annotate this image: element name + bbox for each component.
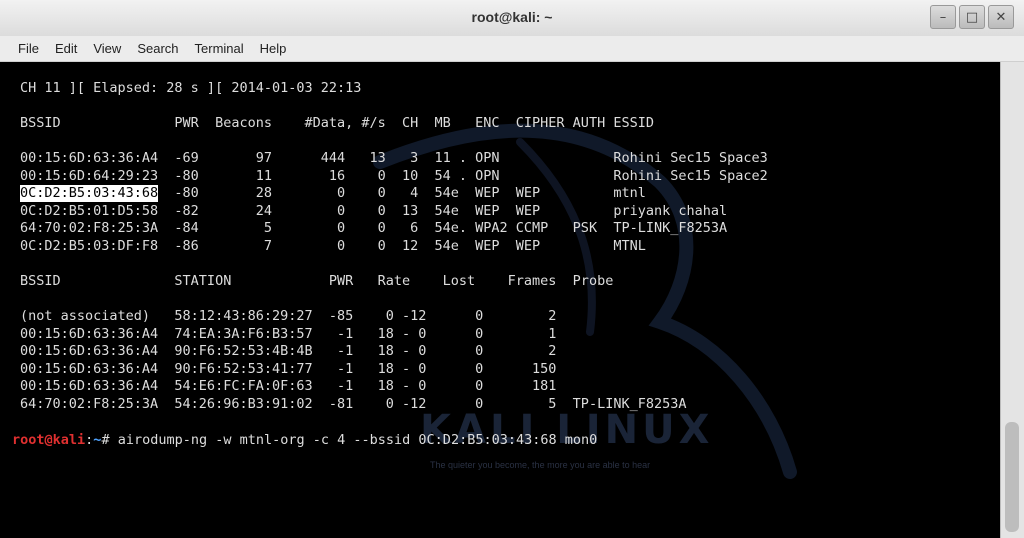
title-bar[interactable]: root@kali: ~ – □ ✕: [0, 0, 1024, 37]
ap-row: 00:15:6D:63:36:A4 -69 97 444 13 3 11 . O…: [20, 150, 768, 166]
maximize-button[interactable]: □: [959, 5, 985, 29]
scrollbar-thumb[interactable]: [1005, 422, 1019, 532]
kali-tagline: The quieter you become, the more you are…: [430, 460, 651, 470]
menu-view[interactable]: View: [85, 41, 129, 56]
station-table-header: BSSID STATION PWR Rate Lost Frames Probe: [20, 273, 614, 289]
menu-file[interactable]: File: [10, 41, 47, 56]
station-row: 00:15:6D:63:36:A4 90:F6:52:53:4B:4B -1 1…: [20, 343, 557, 359]
menu-help[interactable]: Help: [252, 41, 295, 56]
menu-bar: File Edit View Search Terminal Help: [0, 36, 1024, 62]
window-controls: – □ ✕: [930, 5, 1014, 29]
prompt-user: root@kali: [12, 432, 86, 448]
ap-row: 64:70:02:F8:25:3A -84 5 0 0 6 54e. WPA2 …: [20, 220, 728, 236]
menu-edit[interactable]: Edit: [47, 41, 85, 56]
ap-row: 0C:D2:B5:03:DF:F8 -86 7 0 0 12 54e WEP W…: [20, 237, 646, 254]
ap-row: 00:15:6D:64:29:23 -80 11 16 0 10 54 . OP…: [20, 167, 768, 184]
ap-row: 0C:D2:B5:01:D5:58 -82 24 0 0 13 54e WEP …: [20, 202, 728, 219]
command-text: airodump-ng -w mtnl-org -c 4 --bssid 0C:…: [117, 432, 598, 448]
ap-table-header: BSSID PWR Beacons #Data, #/s CH MB ENC C…: [20, 115, 654, 131]
menu-search[interactable]: Search: [129, 41, 186, 56]
terminal-window: root@kali: ~ – □ ✕ File Edit View Search…: [0, 0, 1024, 538]
status-line: CH 11 ][ Elapsed: 28 s ][ 2014-01-03 22:…: [20, 80, 362, 96]
prompt-symbol: #: [101, 432, 118, 448]
station-row: 00:15:6D:63:36:A4 74:EA:3A:F6:B3:57 -1 1…: [20, 325, 557, 342]
close-button[interactable]: ✕: [988, 5, 1014, 29]
window-title: root@kali: ~: [471, 9, 553, 25]
terminal-area[interactable]: KALI LINUX The quieter you become, the m…: [0, 62, 1000, 538]
minimize-button[interactable]: –: [930, 5, 956, 29]
station-row: (not associated) 58:12:43:86:29:27 -85 0…: [20, 308, 557, 324]
menu-terminal[interactable]: Terminal: [187, 41, 252, 56]
selected-bssid-highlight[interactable]: 0C:D2:B5:03:43:68: [20, 185, 159, 202]
station-row: 00:15:6D:63:36:A4 54:E6:FC:FA:0F:63 -1 1…: [20, 378, 557, 394]
station-row: 00:15:6D:63:36:A4 90:F6:52:53:41:77 -1 1…: [20, 360, 557, 377]
command-line[interactable]: root@kali:~# airodump-ng -w mtnl-org -c …: [12, 432, 597, 449]
station-row: 64:70:02:F8:25:3A 54:26:96:B3:91:02 -81 …: [20, 395, 687, 412]
vertical-scrollbar[interactable]: [1000, 62, 1024, 538]
